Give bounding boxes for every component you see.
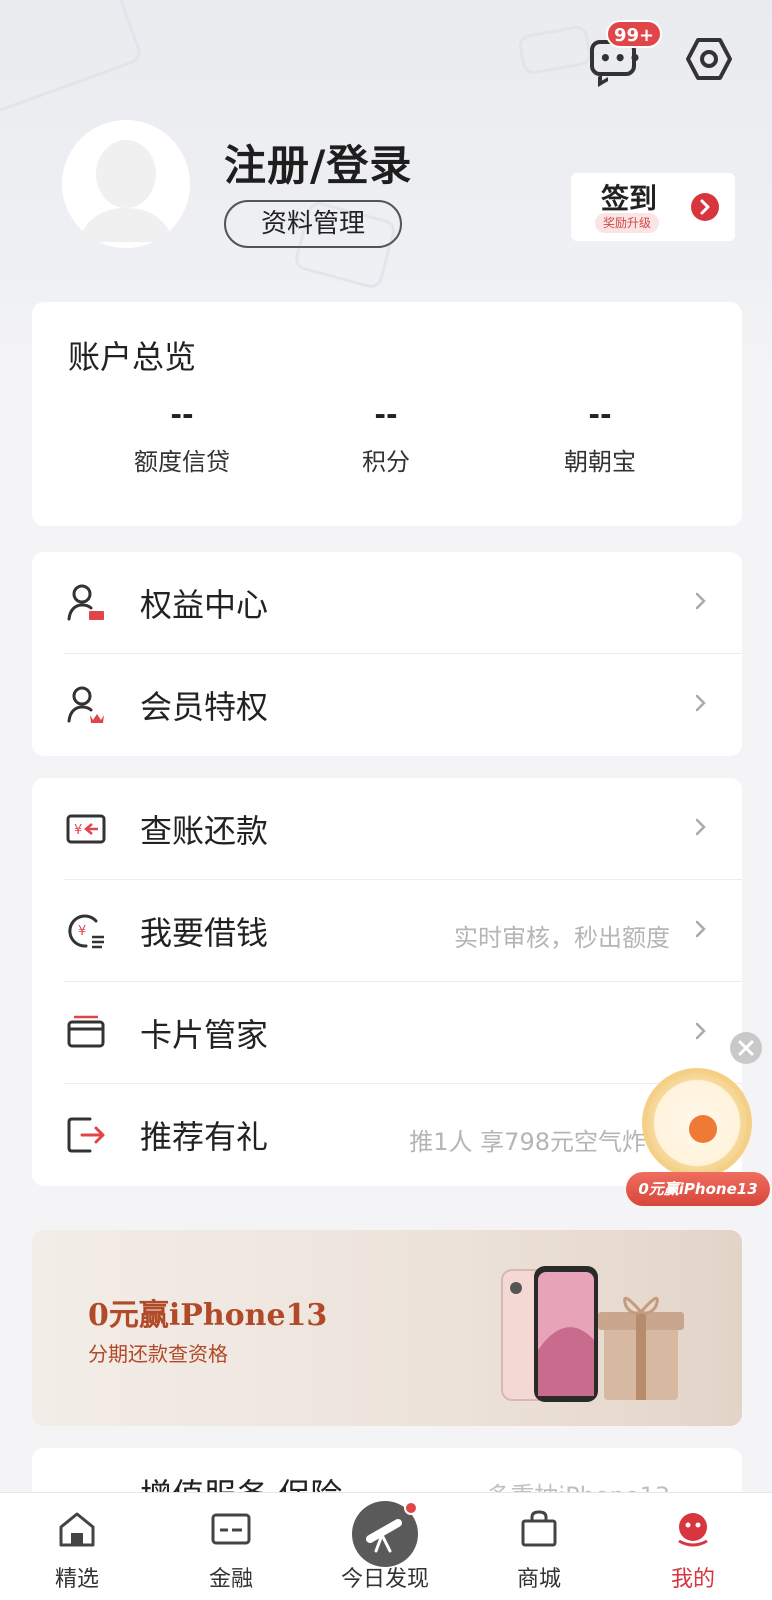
lucky-wheel-promo[interactable]: 0元赢iPhone13 <box>626 1068 770 1208</box>
svg-text:¥: ¥ <box>78 924 86 939</box>
close-promo-button[interactable] <box>730 1032 762 1064</box>
finance-icon <box>211 1513 251 1545</box>
tab-featured[interactable]: 精选 <box>0 1493 154 1600</box>
home-icon <box>59 1512 95 1547</box>
stat-zhaozhaobao[interactable]: -- 朝朝宝 <box>500 398 700 477</box>
profile-manage-button[interactable]: 资料管理 <box>224 200 402 248</box>
account-overview-card: 账户总览 -- 额度信贷 -- 积分 -- 朝朝宝 <box>32 302 742 526</box>
list-item-label: 会员特权 <box>140 688 269 726</box>
svg-text:¥: ¥ <box>74 823 82 838</box>
tab-label: 商城 <box>516 1567 561 1592</box>
login-title[interactable]: 注册/登录 <box>224 132 412 193</box>
checkin-label: 签到 <box>601 182 658 215</box>
checkin-sublabel: 奖励升级 <box>595 213 660 233</box>
list-item-label: 推荐有礼 <box>140 1118 269 1156</box>
tab-mine[interactable]: 我的 <box>616 1493 770 1600</box>
tab-shop[interactable]: 商城 <box>462 1493 616 1600</box>
stat-label: 额度信贷 <box>134 448 230 476</box>
tab-label: 精选 <box>54 1567 99 1592</box>
card-icon <box>67 1015 105 1048</box>
tab-discover[interactable]: 今日发现 <box>308 1493 462 1600</box>
chevron-right-icon <box>695 920 706 938</box>
tab-label: 今日发现 <box>340 1567 429 1592</box>
banner-title: 0元赢iPhone13 <box>88 1298 328 1333</box>
tab-finance[interactable]: 金融 <box>154 1493 308 1600</box>
bottom-tab-bar: 精选 金融 今日发现 商城 我的 <box>0 1492 772 1600</box>
tab-label: 金融 <box>208 1567 253 1592</box>
list-item-member-privilege[interactable]: 会员特权 <box>32 654 742 756</box>
notification-dot <box>404 1501 418 1515</box>
stat-value: -- <box>588 398 612 431</box>
avatar[interactable] <box>62 120 190 248</box>
prize-wheel-icon <box>642 1068 752 1178</box>
promo-label: 0元赢iPhone13 <box>626 1172 770 1206</box>
iphone-promo-banner[interactable]: 0元赢iPhone13 分期还款查资格 <box>32 1230 742 1426</box>
member-icon <box>67 686 104 723</box>
list-item-label: 查账还款 <box>140 812 269 850</box>
banner-subtitle: 分期还款查资格 <box>88 1342 228 1366</box>
mine-icon <box>678 1513 708 1547</box>
list-item-hint: 实时审核，秒出额度 <box>454 924 670 952</box>
phone-gift-illustration <box>501 1266 684 1402</box>
list-item-bill-repay[interactable]: ¥ 查账还款 <box>32 778 742 880</box>
close-icon <box>738 1040 754 1056</box>
stat-label: 积分 <box>362 448 410 476</box>
stat-label: 朝朝宝 <box>564 448 636 476</box>
settings-button[interactable] <box>686 36 732 82</box>
benefits-card: 权益中心 会员特权 <box>32 552 742 756</box>
gear-icon <box>686 38 732 80</box>
messages-badge: 99+ <box>606 20 663 48</box>
shop-icon <box>521 1510 557 1547</box>
refer-icon <box>67 1117 105 1153</box>
stat-credit[interactable]: -- 额度信贷 <box>82 398 282 477</box>
bill-icon: ¥ <box>66 814 106 844</box>
default-avatar-icon <box>62 120 190 248</box>
stat-value: -- <box>170 398 194 431</box>
stat-points[interactable]: -- 积分 <box>286 398 486 477</box>
header-decoration <box>517 24 593 76</box>
stat-value: -- <box>374 398 398 431</box>
rights-icon <box>67 584 104 621</box>
chevron-right-icon <box>695 1022 706 1040</box>
overview-title: 账户总览 <box>68 338 197 376</box>
arrow-right-icon <box>691 193 719 221</box>
list-item-borrow[interactable]: ¥ 我要借钱 实时审核，秒出额度 <box>32 880 742 982</box>
chevron-right-icon <box>695 818 706 836</box>
loan-icon: ¥ <box>68 914 104 949</box>
checkin-button[interactable]: 签到 奖励升级 <box>571 173 735 241</box>
chevron-right-icon <box>695 592 706 610</box>
chevron-right-icon <box>695 694 706 712</box>
header-decoration <box>0 0 144 115</box>
list-item-rights-center[interactable]: 权益中心 <box>32 552 742 654</box>
list-item-label: 权益中心 <box>140 586 269 624</box>
tab-label: 我的 <box>670 1567 715 1592</box>
list-item-label: 卡片管家 <box>140 1016 269 1054</box>
list-item-label: 我要借钱 <box>140 914 269 952</box>
